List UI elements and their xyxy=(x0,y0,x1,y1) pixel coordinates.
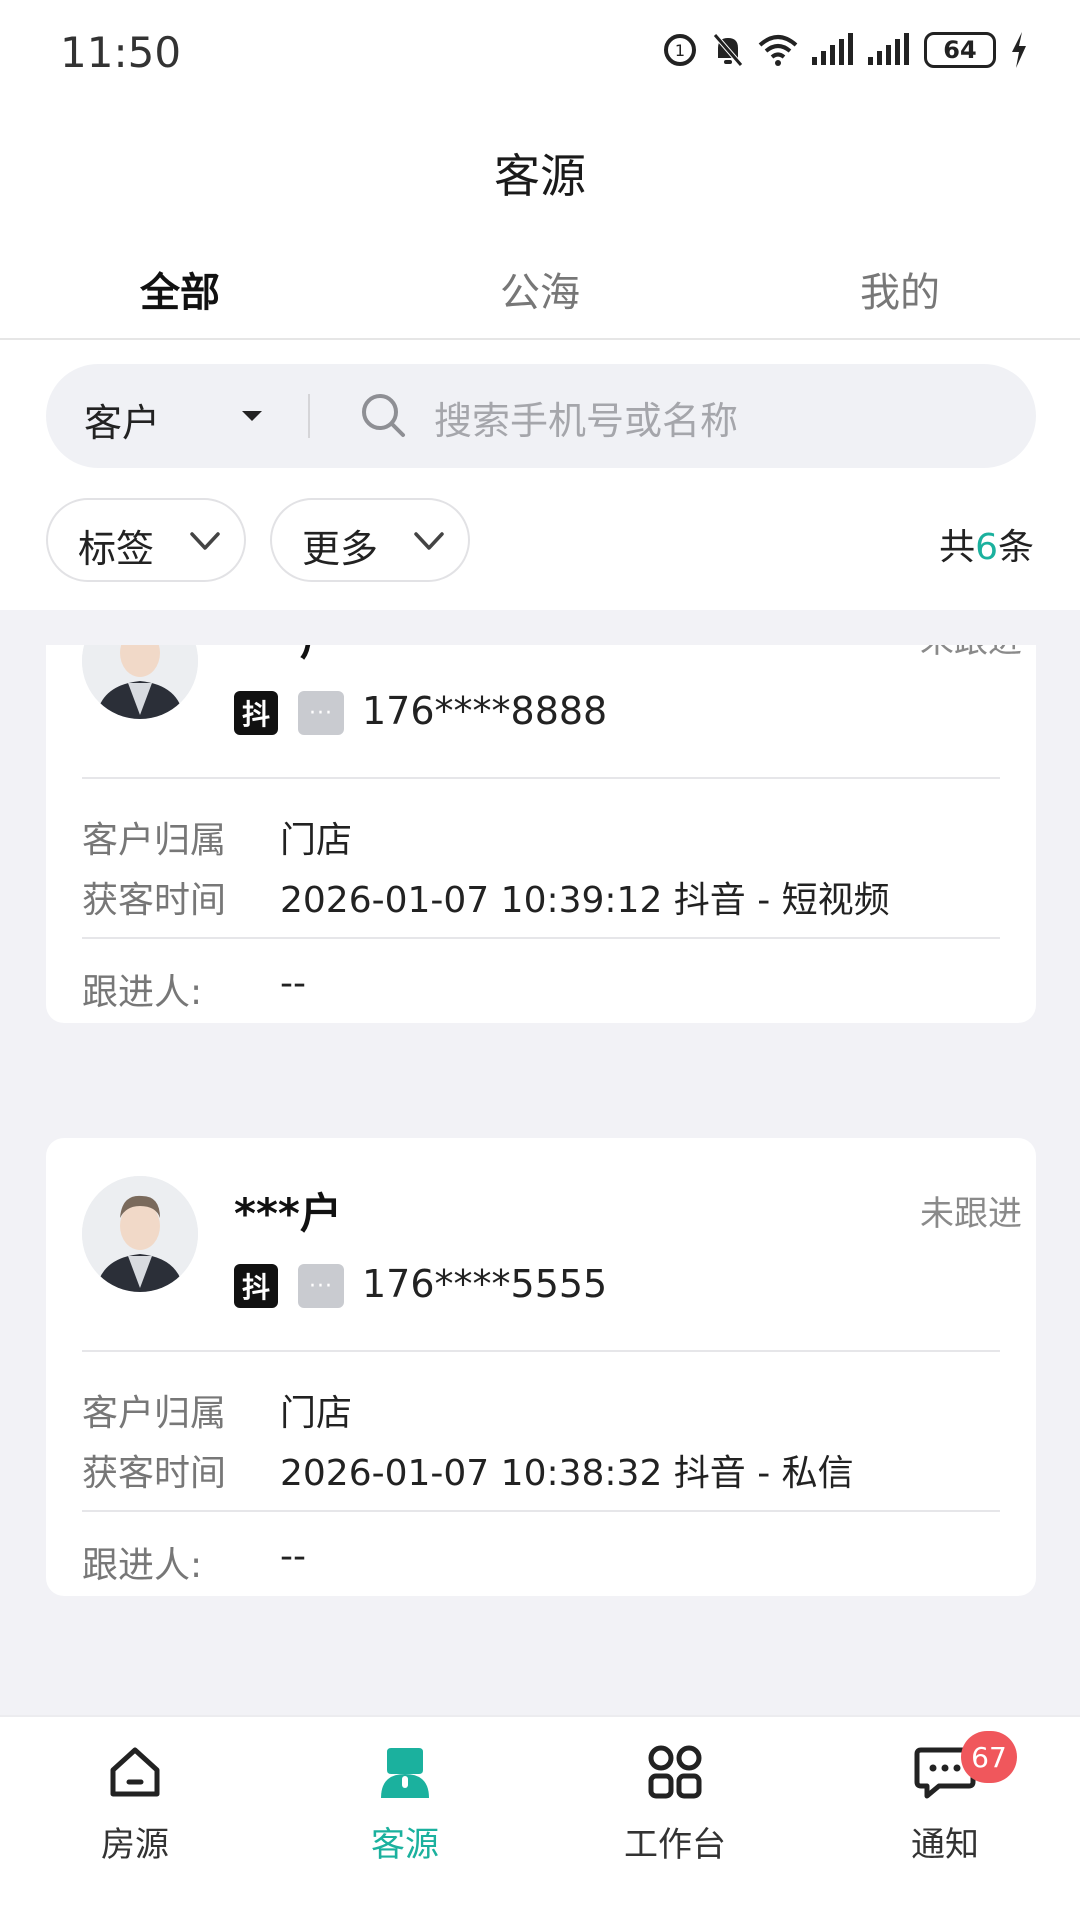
mute-icon xyxy=(713,33,743,67)
search-bar: 客户 搜索手机号或名称 xyxy=(46,364,1036,468)
chevron-down-icon xyxy=(190,532,220,550)
chevron-down-icon xyxy=(414,532,444,550)
acquire-time-label: 获客时间 xyxy=(82,1453,227,1494)
battery-icon: 64 xyxy=(924,32,996,68)
signal-icon xyxy=(868,33,909,65)
tab-mine[interactable]: 我的 xyxy=(800,260,1000,318)
divider xyxy=(82,1510,1000,1512)
acquire-time-label: 获客时间 xyxy=(82,880,227,921)
app-screen: 11:50 1 64 客源 全部 公海 我的 客户 搜索手机号或名称 标签 更多… xyxy=(0,0,1080,1920)
customer-name: ***户 xyxy=(234,1189,342,1238)
avatar xyxy=(82,1176,198,1292)
status-bar: 11:50 1 64 xyxy=(0,0,1080,110)
nav-label: 通知 xyxy=(911,1825,979,1865)
filter-tags-button[interactable]: 标签 xyxy=(46,498,246,582)
tab-label: 公海 xyxy=(500,270,580,316)
nav-workbench[interactable]: 工作台 xyxy=(575,1737,775,1866)
acquire-time-value: 2026-01-07 10:39:12 抖音 - 短视频 xyxy=(280,880,890,921)
divider xyxy=(308,394,310,438)
hd-voice-icon: 1 xyxy=(664,34,696,66)
avatar xyxy=(82,645,198,719)
acquire-time-value: 2026-01-07 10:38:32 抖音 - 私信 xyxy=(280,1453,854,1494)
status-icons: 1 64 xyxy=(662,32,1028,68)
follower-label: 跟进人: xyxy=(82,1545,203,1586)
douyin-source-badge: 抖 xyxy=(234,1264,278,1308)
customer-phone: 176****5555 xyxy=(362,1262,608,1306)
search-icon xyxy=(362,394,405,437)
filter-label: 更多 xyxy=(302,527,379,571)
divider xyxy=(82,1350,1000,1352)
more-badge: ··· xyxy=(298,691,344,735)
header: 客源 xyxy=(0,110,1080,230)
svg-text:1: 1 xyxy=(675,41,685,60)
customer-icon xyxy=(381,1748,429,1798)
nav-label: 工作台 xyxy=(624,1825,726,1865)
customer-card[interactable]: ***户 未跟进 抖 ··· 176****8888 客户归属 门店 获客时间 … xyxy=(46,645,1036,1023)
follower-value: -- xyxy=(280,1536,306,1577)
result-count: 共6条 xyxy=(939,518,1034,570)
search-input[interactable]: 搜索手机号或名称 xyxy=(434,390,738,445)
customer-phone: 176****8888 xyxy=(362,689,608,733)
count-value: 6 xyxy=(975,527,998,568)
customer-name: ***户 xyxy=(234,645,342,668)
nav-label: 房源 xyxy=(101,1825,169,1865)
filter-more-button[interactable]: 更多 xyxy=(270,498,470,582)
owner-value: 门店 xyxy=(280,1393,353,1434)
douyin-source-badge: 抖 xyxy=(234,691,278,735)
follow-status: 未跟进 xyxy=(920,645,1022,662)
nav-customers[interactable]: 客源 xyxy=(305,1737,505,1866)
grid-icon xyxy=(648,1745,702,1799)
tab-label: 全部 xyxy=(140,270,220,316)
follower-label: 跟进人: xyxy=(82,972,203,1013)
divider xyxy=(82,937,1000,939)
follower-value: -- xyxy=(280,963,306,1004)
signal-icon xyxy=(812,33,853,65)
nav-notifications[interactable]: 通知 67 xyxy=(845,1731,1045,1866)
count-suffix: 条 xyxy=(997,527,1034,568)
count-prefix: 共 xyxy=(939,527,976,568)
nav-listings[interactable]: 房源 xyxy=(35,1737,235,1866)
status-time: 11:50 xyxy=(60,28,182,77)
owner-label: 客户归属 xyxy=(82,820,227,861)
follow-status: 未跟进 xyxy=(920,1194,1022,1234)
tab-bar: 全部 公海 我的 xyxy=(0,230,1080,352)
search-type-label: 客户 xyxy=(84,401,161,445)
page-title: 客源 xyxy=(494,149,586,203)
notification-badge: 67 xyxy=(961,1731,1017,1783)
tab-public-pool[interactable]: 公海 xyxy=(440,260,640,318)
bottom-nav: 房源 客源 工作台 通知 67 xyxy=(0,1715,1080,1920)
filter-label: 标签 xyxy=(78,527,155,571)
tab-all[interactable]: 全部 xyxy=(80,260,280,352)
owner-label: 客户归属 xyxy=(82,1393,227,1434)
caret-down-icon xyxy=(242,411,262,421)
charging-icon xyxy=(1012,32,1026,68)
divider xyxy=(82,777,1000,779)
house-icon xyxy=(110,1747,160,1797)
tab-label: 我的 xyxy=(860,270,940,316)
search-area: 客户 搜索手机号或名称 标签 更多 共6条 xyxy=(0,340,1080,610)
nav-label: 客源 xyxy=(371,1825,439,1865)
owner-value: 门店 xyxy=(280,820,353,861)
more-badge: ··· xyxy=(298,1264,344,1308)
customer-list: ***户 未跟进 抖 ··· 176****8888 客户归属 门店 获客时间 … xyxy=(0,645,1080,1715)
customer-card[interactable]: ***户 未跟进 抖 ··· 176****5555 客户归属 门店 获客时间 … xyxy=(46,1138,1036,1596)
wifi-icon xyxy=(758,35,798,66)
